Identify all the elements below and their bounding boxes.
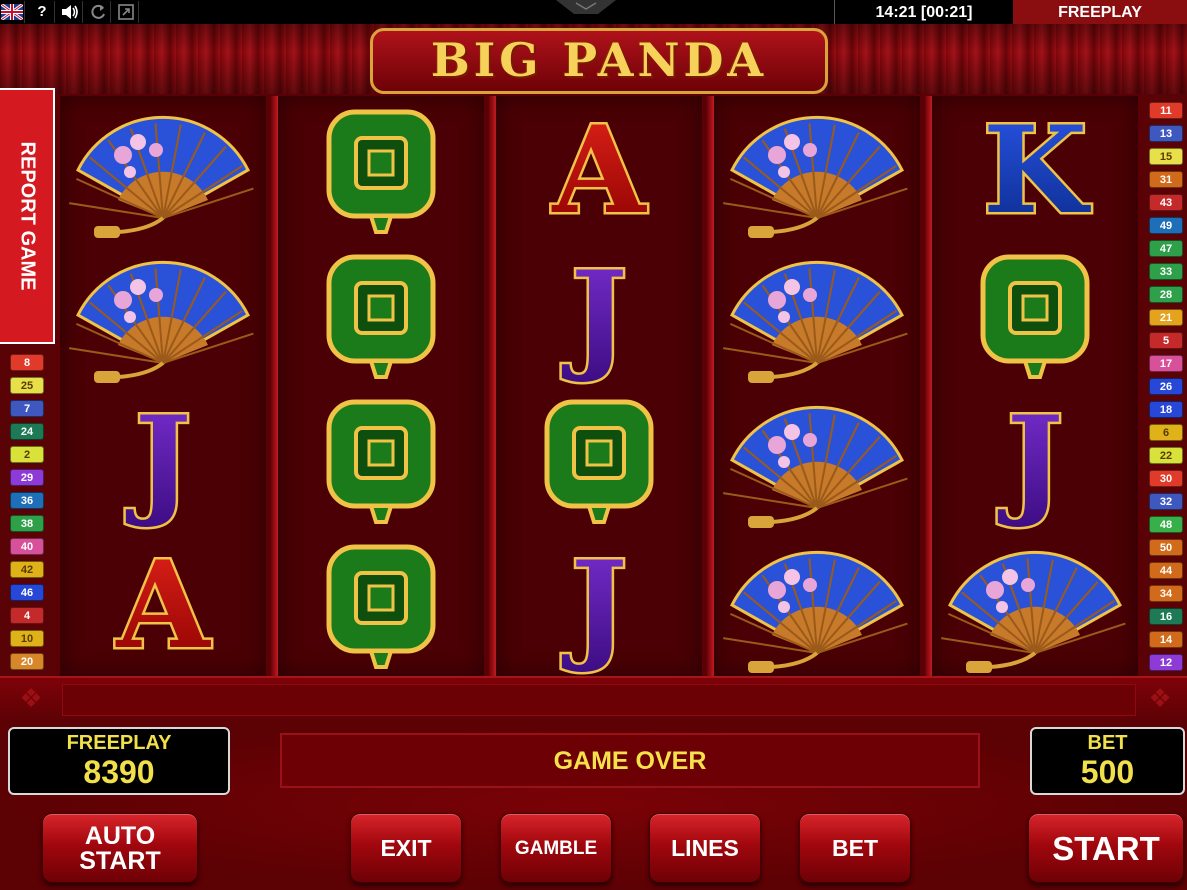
bet-label: BET [1087,732,1128,754]
bet-value: 500 [1080,754,1135,790]
payline-badge: 40 [10,538,44,555]
balance-label: FREEPLAY [66,732,172,754]
payline-badge: 49 [1149,217,1183,234]
payline-badge: 43 [1149,194,1183,211]
bet-button[interactable]: BET [799,813,911,883]
queen-symbol [286,390,476,530]
svg-text:J: J [998,390,1064,530]
payline-badge: 2 [10,446,44,463]
payline-badge: 14 [1149,631,1183,648]
fan-symbol [68,245,258,385]
ornament-left-icon: ❖ [19,683,43,713]
reload-icon[interactable] [86,1,111,23]
ace-symbol: A [504,98,694,244]
auto-start-label-2: START [79,847,161,875]
payline-badge: 8 [10,354,44,371]
info-strip [0,676,1187,722]
jack-symbol: J [940,388,1130,534]
payline-badge: 36 [10,492,44,509]
queen-symbol [286,245,476,385]
payline-badge: 17 [1149,355,1183,372]
payline-badge: 30 [1149,470,1183,487]
jack-symbol: J [68,388,258,534]
payline-badge: 4 [10,607,44,624]
payline-badge: 44 [1149,562,1183,579]
payline-badge: 13 [1149,125,1183,142]
queen-symbol [286,535,476,675]
payline-badge: 32 [1149,493,1183,510]
king-symbol: K [940,98,1130,244]
ace-symbol: A [68,533,258,679]
help-icon[interactable]: ? [30,1,55,23]
report-game-label: REPORT GAME [16,141,38,291]
payline-badge: 42 [10,561,44,578]
svg-text:J: J [562,245,628,385]
top-bar: ? 14:21 [00:21] FREEPLAY [0,0,1187,24]
payline-badge: 15 [1149,148,1183,165]
payline-badge: 20 [10,653,44,670]
payline-badge: 24 [10,423,44,440]
mode-badge: FREEPLAY [1013,0,1187,24]
payline-badge: 25 [10,377,44,394]
game-logo: BIG PANDA [370,28,828,94]
lines-button[interactable]: LINES [649,813,761,883]
clock: 14:21 [00:21] [834,0,1013,24]
svg-text:K: K [983,100,1091,240]
balance-display: FREEPLAY 8390 [8,727,230,795]
status-message: GAME OVER [280,733,980,788]
sound-icon[interactable] [58,1,83,23]
payline-badge: 31 [1149,171,1183,188]
payline-badge: 12 [1149,654,1183,671]
bet-display: BET 500 [1030,727,1185,795]
balance-value: 8390 [83,754,155,790]
payline-badge: 46 [10,584,44,601]
fan-symbol [940,535,1130,675]
payline-badge: 38 [10,515,44,532]
fan-symbol [722,100,912,240]
payline-badge: 16 [1149,608,1183,625]
payline-badge: 26 [1149,378,1183,395]
start-button[interactable]: START [1028,813,1184,883]
payline-badge: 28 [1149,286,1183,303]
svg-text:J: J [126,390,192,530]
payline-badge: 47 [1149,240,1183,257]
fan-symbol [722,390,912,530]
fan-symbol [68,100,258,240]
payline-badge: 22 [1149,447,1183,464]
svg-text:J: J [562,535,628,675]
payline-badge: 10 [10,630,44,647]
svg-text:A: A [551,100,647,240]
payline-badge: 7 [10,400,44,417]
payline-badge: 18 [1149,401,1183,418]
payline-badge: 33 [1149,263,1183,280]
auto-start-button[interactable]: AUTO START [42,813,198,883]
queen-symbol [940,245,1130,385]
jack-symbol: J [504,533,694,679]
jack-symbol: J [504,243,694,389]
queen-symbol [286,100,476,240]
payline-badge: 29 [10,469,44,486]
payline-badge: 11 [1149,102,1183,119]
ornament-right-icon: ❖ [1148,683,1172,713]
queen-symbol [504,390,694,530]
auto-start-label-1: AUTO [84,822,156,850]
uk-flag-icon[interactable] [0,1,25,23]
report-game-button[interactable]: REPORT GAME [0,88,55,344]
payline-badge: 6 [1149,424,1183,441]
fullscreen-icon[interactable] [114,1,139,23]
payline-badge: 34 [1149,585,1183,602]
fan-symbol [722,535,912,675]
gamble-button[interactable]: GAMBLE [500,813,612,883]
payline-badge: 21 [1149,309,1183,326]
menu-notch-icon[interactable] [556,0,616,14]
payline-badge: 48 [1149,516,1183,533]
payline-badge: 5 [1149,332,1183,349]
fan-symbol [722,245,912,385]
exit-button[interactable]: EXIT [350,813,462,883]
logo-text: BIG PANDA [430,33,768,87]
svg-text:A: A [115,535,211,675]
payline-badge: 50 [1149,539,1183,556]
